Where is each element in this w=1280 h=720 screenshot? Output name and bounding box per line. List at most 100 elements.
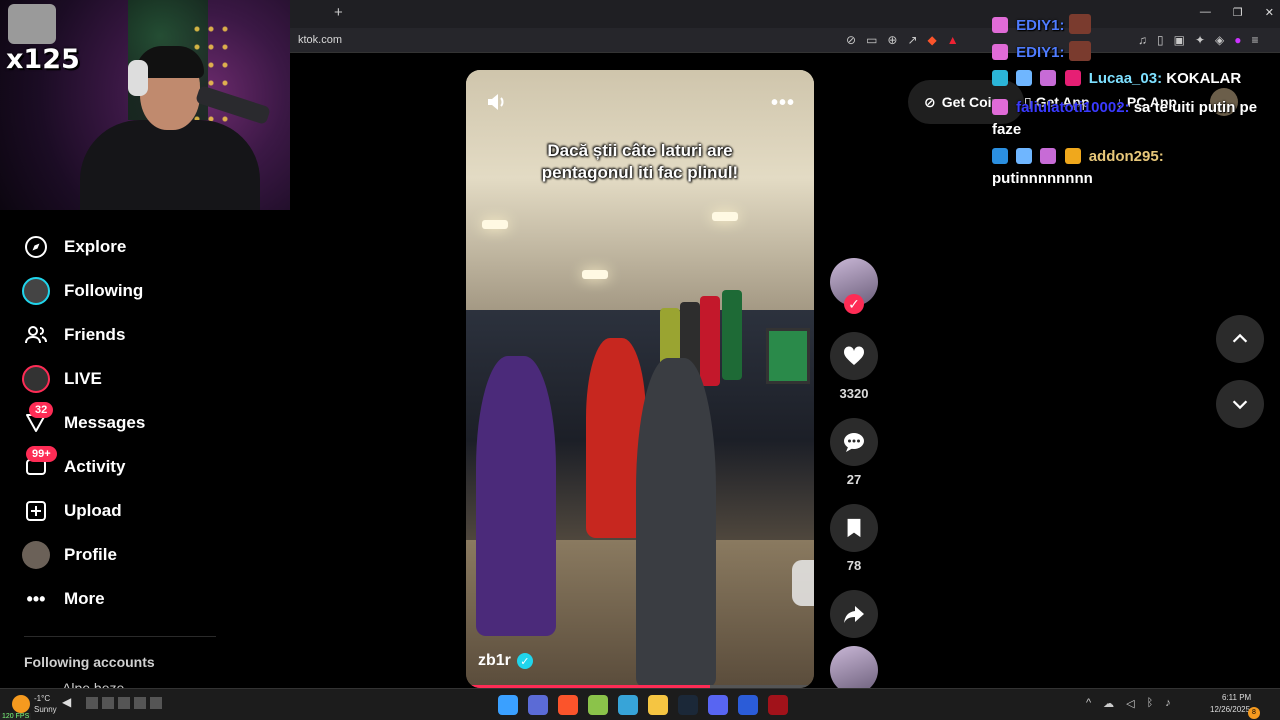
url-text[interactable]: ktok.com <box>298 34 342 46</box>
app-icon[interactable] <box>738 695 758 715</box>
sidebar-item-live[interactable]: LIVE <box>0 357 240 401</box>
next-video-button[interactable] <box>1216 380 1264 428</box>
sidebar-item-profile[interactable]: Profile <box>0 533 240 577</box>
chat-message: Lucaa_03: KOKALAR <box>992 68 1280 90</box>
taskbar-apps <box>498 695 788 715</box>
weather-sun-icon[interactable] <box>12 695 30 713</box>
sidebar-item-label: Upload <box>64 501 122 520</box>
tier-badge-icon <box>1064 70 1081 86</box>
sidebar-item-messages[interactable]: 32 Messages <box>0 401 240 445</box>
sidebar-item-more[interactable]: ••• More <box>0 577 240 621</box>
person-purple-tracksuit <box>476 356 556 636</box>
comment-icon <box>844 433 864 452</box>
clock-time[interactable]: 6:11 PM <box>1222 693 1251 702</box>
start-icon[interactable] <box>498 695 518 715</box>
chrome-icon[interactable] <box>588 695 608 715</box>
windows-taskbar: -1°C Sunny 120 FPS ◀ ^ ☁ ◁ ᛒ ♪ 6:11 PM 1… <box>0 688 1280 720</box>
comment-button[interactable] <box>830 418 878 466</box>
tray-expand-icon[interactable]: ^ <box>1086 697 1091 710</box>
follow-icon[interactable]: ✓ <box>844 294 864 314</box>
discord-icon[interactable] <box>708 695 728 715</box>
brave-shield-icon[interactable]: ◆ <box>928 33 937 47</box>
sidebar-item-label: Friends <box>64 325 126 344</box>
like-button[interactable] <box>830 332 878 380</box>
share-page-icon[interactable]: ↗ <box>907 33 917 47</box>
sidebar-item-following[interactable]: Following <box>0 269 240 313</box>
speaker-icon[interactable]: ♪ <box>1165 697 1171 710</box>
fuel-pump-sign <box>700 296 720 386</box>
sidebar-item-label: More <box>64 589 105 608</box>
obs-icon[interactable] <box>618 695 638 715</box>
sidebar-item-upload[interactable]: Upload <box>0 489 240 533</box>
og-badge-icon <box>992 70 1008 86</box>
chat-username: EDIY1: <box>1016 17 1065 34</box>
compass-icon <box>22 233 50 261</box>
profile-avatar-icon <box>22 541 50 569</box>
activity-badge: 99+ <box>26 446 57 462</box>
volume-tray-icon[interactable]: ◁ <box>1126 697 1134 710</box>
gift-badge-icon <box>1040 70 1057 86</box>
task-view-icon[interactable] <box>528 695 548 715</box>
heart-icon <box>843 346 865 365</box>
chat-message: EDIY1: <box>992 41 1280 64</box>
friends-icon <box>22 321 50 349</box>
file-explorer-icon[interactable] <box>648 695 668 715</box>
video-more-options-icon[interactable]: ••• <box>771 92 795 115</box>
weather-temperature[interactable]: -1°C <box>34 694 50 703</box>
clock-date[interactable]: 12/26/2025 <box>1210 705 1250 714</box>
next-creator-avatar[interactable] <box>830 646 878 694</box>
live-avatar-icon <box>22 365 50 393</box>
person-grey-vest <box>636 358 716 688</box>
chat-message: addon295: putinnnnnnnn <box>992 146 1280 190</box>
steam-icon[interactable] <box>678 695 698 715</box>
weather-condition[interactable]: Sunny <box>34 705 57 714</box>
canopy-light <box>712 212 738 221</box>
media-back-icon[interactable]: ◀ <box>62 695 71 709</box>
brave-browser-icon[interactable] <box>558 695 578 715</box>
hammer-badge-icon <box>992 148 1008 164</box>
bluetooth-icon[interactable]: ᛒ <box>1147 697 1154 710</box>
new-tab-button[interactable]: + <box>334 4 343 21</box>
streamer-body <box>80 120 260 210</box>
headset-icon <box>128 60 148 96</box>
video-author[interactable]: zb1r ✓ <box>478 652 533 670</box>
zoom-icon[interactable]: ⊕ <box>887 33 897 47</box>
chat-message: faliulatoti10002: sa te uiti putin pe fa… <box>992 97 1280 141</box>
streamer-webcam: x125 <box>0 0 290 210</box>
volume-icon[interactable] <box>486 92 508 112</box>
brave-rewards-icon[interactable]: ▲ <box>947 33 959 47</box>
game-launcher-icon[interactable] <box>768 695 788 715</box>
chat-username: Lucaa_03: <box>1088 70 1163 87</box>
chat-emote-icon <box>1068 41 1091 61</box>
chat-username: EDIY1: <box>1016 44 1065 61</box>
bookmark-icon <box>847 518 861 538</box>
previous-video-button[interactable] <box>1216 315 1264 363</box>
sidebar-item-explore[interactable]: Explore <box>0 225 240 269</box>
media-widget <box>86 697 166 709</box>
notification-badge[interactable]: 8 <box>1248 707 1260 719</box>
comment-action: 27 <box>830 418 878 488</box>
comment-count: 27 <box>846 472 862 487</box>
chevron-up-icon <box>1232 333 1248 343</box>
author-name[interactable]: zb1r <box>478 652 511 670</box>
chat-username: addon295: <box>1088 148 1164 165</box>
canopy-light <box>482 220 508 229</box>
sidebar-item-friends[interactable]: Friends <box>0 313 240 357</box>
save-button[interactable] <box>830 504 878 552</box>
sidebar-item-label: Profile <box>64 545 117 564</box>
address-bar-icons: ⊘ ▭ ⊕ ↗ ◆ ▲ <box>846 33 959 47</box>
video-player[interactable]: ••• Dacă știi câte laturi are pentagonul… <box>466 70 814 688</box>
reader-icon[interactable]: ⊘ <box>846 33 856 47</box>
network-icon[interactable]: ☁ <box>1103 697 1114 710</box>
messages-badge: 32 <box>29 402 54 418</box>
sidebar-item-activity[interactable]: 99+ Activity <box>0 445 240 489</box>
gas-station-canopy <box>466 70 814 310</box>
sub-badge-icon <box>1016 148 1033 164</box>
following-accounts-heading: Following accounts <box>24 654 155 670</box>
cast-icon[interactable]: ▭ <box>866 33 877 47</box>
creator-avatar[interactable]: ✓ <box>830 258 878 314</box>
video-caption: Dacă știi câte laturi are pentagonul iti… <box>541 141 739 182</box>
share-button[interactable] <box>830 590 878 638</box>
sidebar-item-label: Messages <box>64 413 146 432</box>
fps-counter: 120 FPS <box>0 713 32 720</box>
